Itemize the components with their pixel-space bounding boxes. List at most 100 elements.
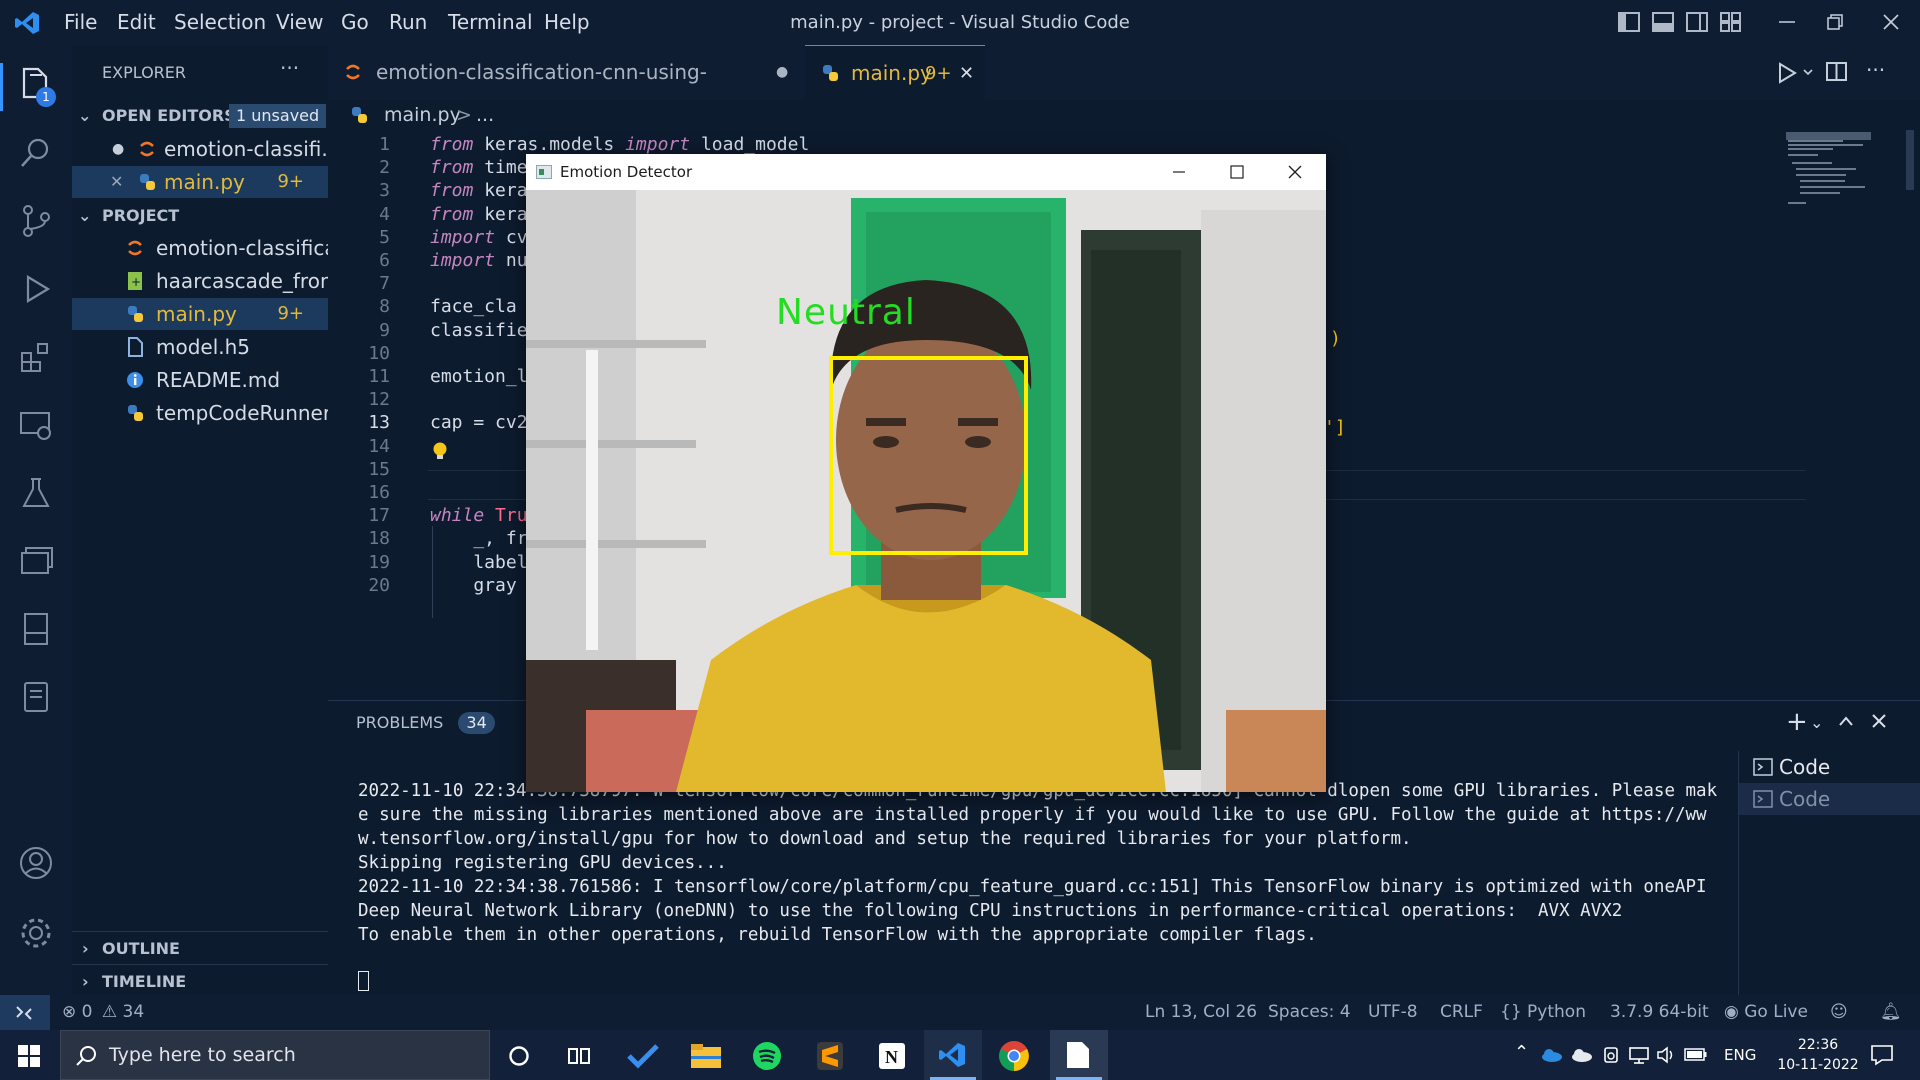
- file-item[interactable]: README.md: [72, 364, 328, 396]
- clock[interactable]: 22:36 10-11-2022: [1768, 1035, 1868, 1075]
- tray-chevron-up-icon[interactable]: ⌃: [1514, 1042, 1529, 1063]
- accounts-icon[interactable]: [18, 845, 54, 881]
- terminal-instance[interactable]: Code: [1739, 783, 1920, 815]
- menu-run[interactable]: Run: [389, 0, 427, 45]
- security-icon[interactable]: [1602, 1046, 1620, 1064]
- emotion-window-title: Emotion Detector: [560, 163, 693, 181]
- language-mode[interactable]: {} Python: [1500, 995, 1586, 1030]
- notification-center-icon[interactable]: [1870, 1044, 1894, 1066]
- sublime-text-icon[interactable]: [816, 1041, 844, 1071]
- menu-help[interactable]: Help: [544, 0, 590, 45]
- menu-view[interactable]: View: [276, 0, 323, 45]
- notebook-icon[interactable]: [18, 611, 54, 647]
- outline-section[interactable]: › OUTLINE: [72, 933, 328, 965]
- close-panel-icon[interactable]: [1872, 714, 1886, 728]
- maximize-icon[interactable]: [1230, 165, 1244, 179]
- menu-edit[interactable]: Edit: [117, 0, 156, 45]
- extensions-icon[interactable]: [18, 339, 54, 375]
- run-python-file-icon[interactable]: [1778, 62, 1818, 84]
- chevron-down-icon[interactable]: ⌄: [1810, 713, 1823, 732]
- todo-app-icon[interactable]: [626, 1042, 660, 1070]
- file-item[interactable]: model.h5: [72, 331, 328, 363]
- cortana-icon[interactable]: [508, 1045, 530, 1067]
- file-item[interactable]: tempCodeRunner...: [72, 397, 348, 429]
- source-control-icon[interactable]: [18, 203, 54, 239]
- close-icon[interactable]: [1288, 165, 1302, 179]
- task-view-icon[interactable]: [568, 1045, 592, 1067]
- editor-scrollbar[interactable]: [1906, 130, 1914, 190]
- terminal-instance[interactable]: Code: [1739, 751, 1920, 783]
- jupyter-icon[interactable]: [18, 679, 54, 715]
- emotion-detector-window[interactable]: Emotion Detector Neutral: [526, 154, 1326, 792]
- notion-icon[interactable]: N: [878, 1042, 906, 1070]
- taskbar-vscode[interactable]: [924, 1030, 982, 1080]
- minimap[interactable]: [1786, 130, 1876, 220]
- problems-status[interactable]: ⊗ 0 ⚠ 34: [62, 995, 144, 1030]
- volume-icon[interactable]: [1656, 1046, 1678, 1064]
- taskbar-notepad[interactable]: [1050, 1030, 1108, 1080]
- spotify-icon[interactable]: [752, 1041, 782, 1071]
- new-terminal-icon[interactable]: +: [1786, 709, 1808, 735]
- network-icon[interactable]: [1628, 1046, 1650, 1064]
- input-language[interactable]: ENG: [1724, 1030, 1756, 1080]
- explorer-more-icon[interactable]: ···: [280, 45, 299, 95]
- close-window-icon[interactable]: [1880, 12, 1902, 32]
- tab-problems[interactable]: PROBLEMS 34: [356, 701, 495, 745]
- breadcrumb-file[interactable]: main.py: [384, 100, 461, 130]
- minimize-icon[interactable]: [1776, 12, 1798, 32]
- menu-selection[interactable]: Selection: [174, 0, 266, 45]
- remote-explorer-icon[interactable]: [18, 407, 54, 443]
- project-section[interactable]: ⌄ PROJECT: [72, 200, 328, 232]
- cloud-icon[interactable]: [1570, 1048, 1592, 1062]
- unsaved-dot-icon[interactable]: ●: [112, 133, 124, 165]
- chrome-icon[interactable]: [998, 1040, 1030, 1072]
- run-debug-icon[interactable]: [18, 271, 54, 307]
- file-item[interactable]: main.py 9+: [72, 298, 328, 330]
- toggle-panel-icon[interactable]: [1652, 12, 1674, 32]
- remote-indicator[interactable]: [0, 995, 50, 1030]
- cursor-position[interactable]: Ln 13, Col 26: [1145, 995, 1257, 1030]
- customize-layout-icon[interactable]: [1720, 12, 1742, 32]
- timeline-section[interactable]: › TIMELINE: [72, 966, 328, 998]
- lightbulb-icon[interactable]: [432, 441, 448, 463]
- close-editor-icon[interactable]: ✕: [110, 166, 123, 198]
- emotion-window-titlebar[interactable]: Emotion Detector: [526, 154, 1326, 190]
- feedback-icon[interactable]: ☺: [1830, 995, 1848, 1030]
- menu-terminal[interactable]: Terminal: [448, 0, 533, 45]
- restore-icon[interactable]: [1824, 12, 1846, 32]
- python-interpreter[interactable]: 3.7.9 64-bit: [1610, 995, 1709, 1030]
- maximize-panel-icon[interactable]: [1838, 715, 1854, 727]
- terminal-output[interactable]: 2022-11-10 22:34:38.738797: W tensorflow…: [358, 779, 1718, 947]
- close-tab-icon[interactable]: ✕: [959, 46, 974, 101]
- split-editor-icon[interactable]: [1826, 61, 1848, 83]
- more-actions-icon[interactable]: ···: [1866, 45, 1885, 95]
- search-icon[interactable]: [18, 135, 54, 171]
- menu-go[interactable]: Go: [341, 0, 369, 45]
- notifications-bell-icon[interactable]: 🔔︎: [1880, 995, 1902, 1030]
- breadcrumb-symbol[interactable]: ...: [476, 100, 494, 130]
- end-of-line[interactable]: CRLF: [1440, 995, 1483, 1030]
- battery-icon[interactable]: [1684, 1048, 1708, 1062]
- testing-icon[interactable]: [18, 475, 54, 511]
- minimize-icon[interactable]: [1172, 166, 1186, 178]
- onedrive-icon[interactable]: [1540, 1048, 1562, 1062]
- indentation[interactable]: Spaces: 4: [1268, 995, 1351, 1030]
- tabs-icon[interactable]: [18, 543, 54, 579]
- tab-notebook[interactable]: emotion-classification-cnn-using-keras.i…: [328, 45, 804, 139]
- open-editor-item-main[interactable]: ✕ main.py 9+: [72, 166, 328, 198]
- windows-start-icon[interactable]: [18, 1045, 40, 1067]
- toggle-primary-sidebar-icon[interactable]: [1618, 12, 1640, 32]
- open-editor-item-notebook[interactable]: ● emotion-classifi...: [72, 133, 340, 165]
- file-explorer-icon[interactable]: [690, 1042, 722, 1070]
- tab-main-py[interactable]: main.py 9+ ✕: [805, 45, 985, 100]
- taskbar-search-box[interactable]: Type here to search: [60, 1030, 490, 1080]
- toggle-secondary-sidebar-icon[interactable]: [1686, 12, 1708, 32]
- unsaved-dot-icon[interactable]: ●: [776, 45, 788, 100]
- file-item[interactable]: emotion-classifica...: [72, 232, 356, 264]
- menu-file[interactable]: File: [64, 0, 97, 45]
- file-item[interactable]: + haarcascade_fron...: [72, 265, 352, 297]
- encoding[interactable]: UTF-8: [1368, 995, 1418, 1030]
- settings-gear-icon[interactable]: [18, 915, 54, 951]
- open-editors-section[interactable]: ⌄ OPEN EDITORS 1 unsaved: [72, 100, 328, 132]
- go-live-button[interactable]: ◉ Go Live: [1724, 995, 1808, 1030]
